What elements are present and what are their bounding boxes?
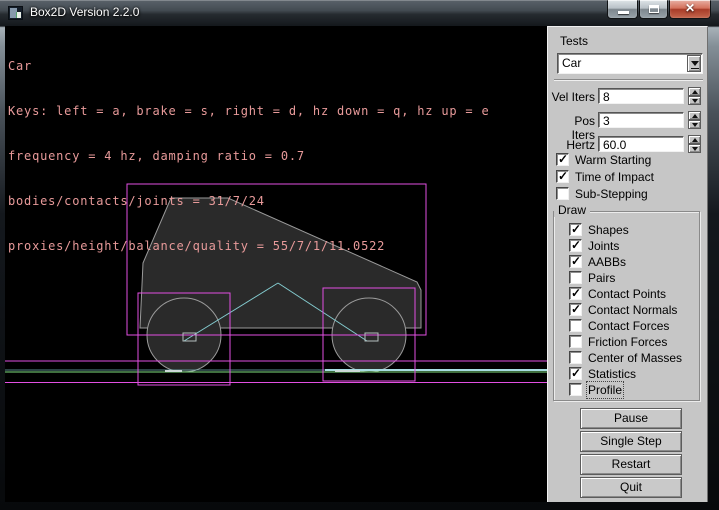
checkbox-box[interactable]: ✓ <box>569 367 582 380</box>
hertz-input[interactable]: 60.0 <box>598 136 684 152</box>
restart-button[interactable]: Restart <box>580 454 682 475</box>
minimize-button[interactable] <box>607 0 638 19</box>
checkbox-box[interactable] <box>556 187 569 200</box>
hud-line-frequency: frequency = 4 hz, damping ratio = 0.7 <box>8 149 489 164</box>
tests-label: Tests <box>560 34 588 48</box>
arrow-up-icon <box>692 138 698 142</box>
draw-group-title: Draw <box>554 203 590 217</box>
checkbox-box[interactable]: ✓ <box>569 223 582 236</box>
checkmark-icon: ✓ <box>571 302 581 316</box>
checkbox-box[interactable] <box>569 383 582 396</box>
single-step-button[interactable]: Single Step <box>580 431 682 452</box>
checkbox-label: Sub-Stepping <box>575 187 648 201</box>
hertz-label: Hertz <box>548 138 595 152</box>
checkbox-label: Friction Forces <box>588 335 667 349</box>
hud-line-title: Car <box>8 59 489 74</box>
checkmark-icon: ✓ <box>571 222 581 236</box>
checkbox-box[interactable]: ✓ <box>569 239 582 252</box>
spin-down-button[interactable] <box>688 120 701 129</box>
checkbox-label: Contact Normals <box>588 303 677 317</box>
titlebar[interactable]: Box2D Version 2.2.0 ✕ <box>0 0 719 26</box>
checkbox-label: Center of Masses <box>588 351 682 365</box>
tests-dropdown-button[interactable] <box>687 55 701 72</box>
window-title: Box2D Version 2.2.0 <box>30 0 139 26</box>
checkbox-label: Time of Impact <box>575 170 654 184</box>
vel-iters-stepper <box>688 87 701 105</box>
checkbox-label: Statistics <box>588 367 636 381</box>
checkmark-icon: ✓ <box>571 238 581 252</box>
checkbox-box[interactable]: ✓ <box>556 170 569 183</box>
close-button[interactable]: ✕ <box>669 0 711 19</box>
checkbox-label: Pairs <box>588 271 615 285</box>
quit-button[interactable]: Quit <box>580 477 682 498</box>
separator <box>554 79 703 81</box>
checkbox-box[interactable]: ✓ <box>569 287 582 300</box>
control-panel: Tests Car Vel Iters 8 Pos Iters 3 <box>547 26 708 502</box>
checkbox-label: Shapes <box>588 223 629 237</box>
checkbox-label: Contact Forces <box>588 319 669 333</box>
maximize-button[interactable] <box>639 0 668 19</box>
hud-line-proxies: proxies/height/balance/quality = 55/7/1/… <box>8 239 489 254</box>
arrow-up-icon <box>692 114 698 118</box>
arrow-down-icon <box>692 99 698 103</box>
checkmark-icon: ✓ <box>571 254 581 268</box>
vel-iters-input[interactable]: 8 <box>598 88 684 104</box>
checkbox-label: Contact Points <box>588 287 666 301</box>
close-icon: ✕ <box>670 1 710 15</box>
checkbox-label: Profile <box>588 383 622 397</box>
spin-up-button[interactable] <box>688 135 701 144</box>
spin-down-button[interactable] <box>688 96 701 105</box>
pos-iters-input[interactable]: 3 <box>598 112 684 128</box>
simulation-canvas[interactable]: Car Keys: left = a, brake = s, right = d… <box>5 26 547 502</box>
checkbox-box[interactable]: ✓ <box>569 255 582 268</box>
hud-line-keys: Keys: left = a, brake = s, right = d, hz… <box>8 104 489 119</box>
arrow-up-icon <box>692 90 698 94</box>
checkbox-box[interactable] <box>569 271 582 284</box>
hud-text: Car Keys: left = a, brake = s, right = d… <box>8 29 489 284</box>
spin-down-button[interactable] <box>688 144 701 153</box>
checkbox-label: AABBs <box>588 255 626 269</box>
checkbox-box[interactable]: ✓ <box>556 153 569 166</box>
spin-up-button[interactable] <box>688 111 701 120</box>
pause-button[interactable]: Pause <box>580 408 682 429</box>
arrow-down-icon <box>692 147 698 151</box>
hertz-stepper <box>688 135 701 153</box>
checkbox-box[interactable] <box>569 319 582 332</box>
arrow-down-icon <box>692 123 698 127</box>
checkbox-box[interactable]: ✓ <box>569 303 582 316</box>
app-window: Box2D Version 2.2.0 ✕ <box>0 0 719 510</box>
checkbox-label: Joints <box>588 239 619 253</box>
maximize-icon <box>649 5 659 13</box>
checkbox-box[interactable] <box>569 351 582 364</box>
checkmark-icon: ✓ <box>558 169 568 183</box>
tests-dropdown-value: Car <box>562 56 581 70</box>
app-icon <box>8 6 23 20</box>
checkbox-box[interactable] <box>569 335 582 348</box>
checkmark-icon: ✓ <box>558 152 568 166</box>
hud-line-stats: bodies/contacts/joints = 31/7/24 <box>8 194 489 209</box>
checkmark-icon: ✓ <box>571 286 581 300</box>
checkbox-label: Warm Starting <box>575 153 651 167</box>
minimize-icon <box>618 11 629 14</box>
vel-iters-label: Vel Iters <box>548 90 595 104</box>
spin-up-button[interactable] <box>688 87 701 96</box>
checkmark-icon: ✓ <box>571 366 581 380</box>
chevron-down-icon <box>691 61 699 66</box>
tests-dropdown[interactable]: Car <box>557 53 703 74</box>
pos-iters-stepper <box>688 111 701 129</box>
